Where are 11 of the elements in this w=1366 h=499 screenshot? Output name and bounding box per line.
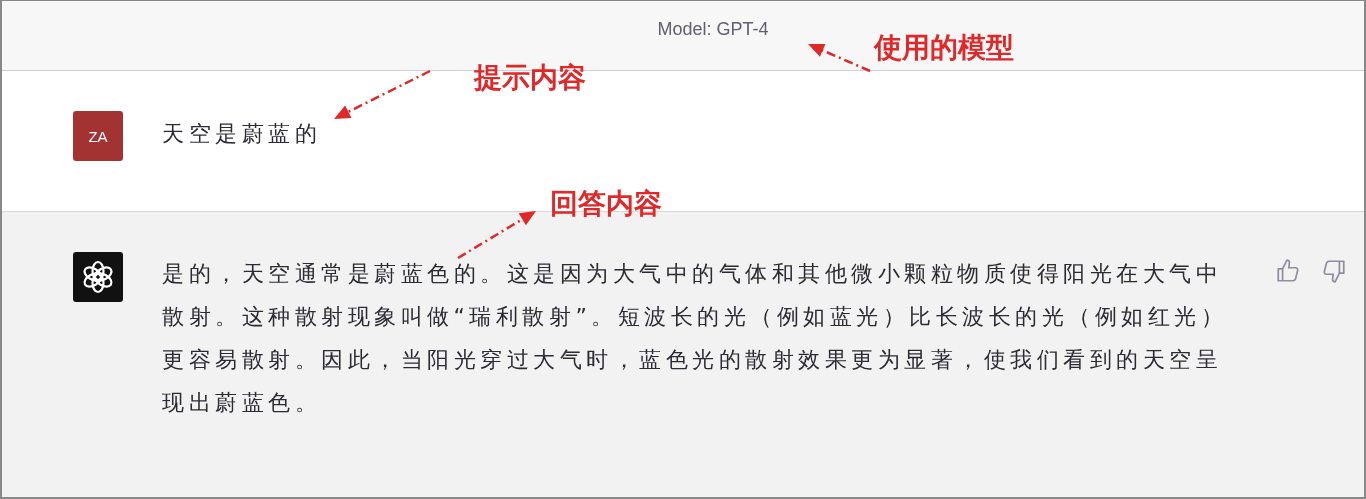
annotation-arrow [808,43,871,73]
user-avatar: ZA [73,111,123,161]
prompt-text: 天空是蔚蓝的 [162,120,321,148]
model-label: Model: GPT-4 [657,19,769,40]
annotation-label: 回答内容 [550,186,662,222]
knot-logo-icon [73,252,123,302]
annotation-label: 使用的模型 [874,30,1014,66]
annotation-label: 提示内容 [474,60,586,96]
thumbs-up-icon[interactable] [1275,258,1301,284]
answer-text: 是的，天空通常是蔚蓝色的。这是因为大气中的气体和其他微小颗粒物质使得阳光在大气中散射。这种散射现象叫做“瑞利散射”。短波长的光（例如蓝光）比长波长的光（例如红光）更容易散射。因此，当阳光穿过大气时，蓝色光的散射效果更为显著，使我们看到的天空呈现出蔚蓝色。 [162,260,1229,417]
thumbs-down-icon[interactable] [1321,258,1347,284]
